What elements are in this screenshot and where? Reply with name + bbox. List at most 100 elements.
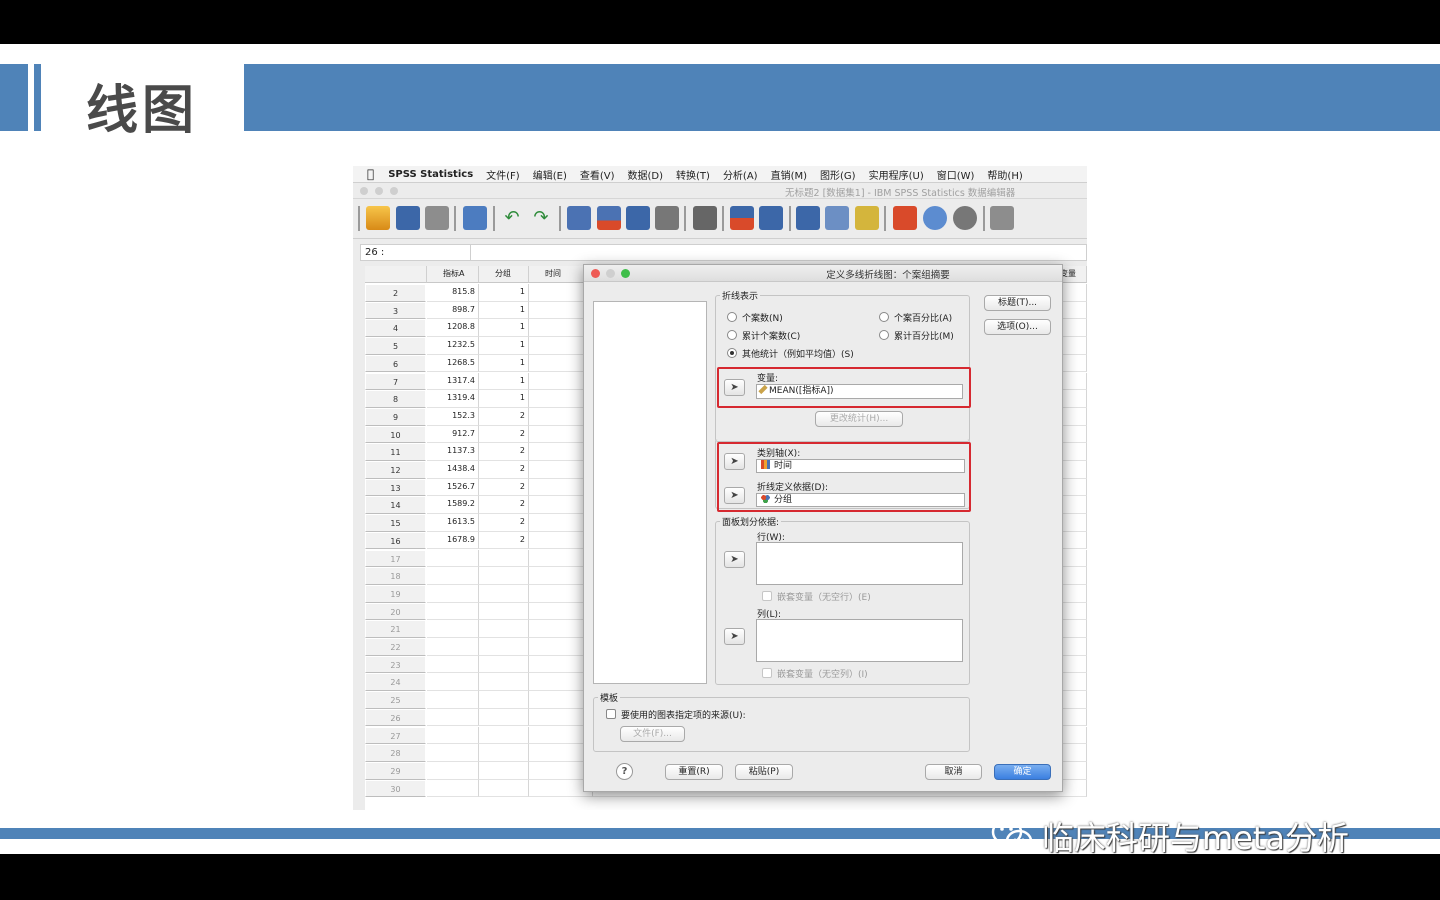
row-header[interactable]: 11 [365, 443, 426, 461]
table-cell[interactable]: 1613.5 [427, 514, 479, 532]
table-cell[interactable]: 1 [479, 390, 529, 408]
table-cell[interactable] [427, 602, 479, 621]
cell-editor-bar[interactable]: 26 : [360, 244, 1087, 261]
row-header[interactable]: 22 [365, 638, 426, 656]
row-header[interactable]: 27 [365, 726, 426, 745]
row-header[interactable]: 2 [365, 284, 426, 302]
category-axis-field[interactable]: 时间 [756, 459, 965, 473]
table-cell[interactable] [427, 779, 479, 798]
menu-view[interactable]: 查看(V) [580, 167, 615, 182]
row-header[interactable]: 8 [365, 390, 426, 408]
table-cell[interactable]: 2 [479, 407, 529, 426]
table-cell[interactable] [479, 655, 529, 674]
table-cell[interactable] [479, 567, 529, 585]
move-to-cols-button[interactable]: ➤ [724, 628, 745, 645]
template-file-button[interactable]: 文件(F)... [620, 726, 685, 742]
undo-icon[interactable]: ↶ [500, 206, 524, 230]
move-to-define-lines-button[interactable]: ➤ [724, 487, 745, 504]
row-header[interactable]: 14 [365, 496, 426, 515]
row-header[interactable]: 12 [365, 461, 426, 479]
table-cell[interactable]: 1 [479, 301, 529, 320]
table-cell[interactable]: 898.7 [427, 301, 479, 320]
redo-icon[interactable]: ↷ [529, 206, 553, 230]
table-cell[interactable] [479, 673, 529, 692]
menu-direct-marketing[interactable]: 直销(M) [771, 167, 807, 182]
radio-cum-n[interactable] [727, 330, 737, 340]
table-cell[interactable]: 912.7 [427, 425, 479, 444]
row-header[interactable]: 10 [365, 425, 426, 444]
radio-n-cases[interactable] [727, 312, 737, 322]
table-cell[interactable] [427, 761, 479, 780]
move-to-variable-button[interactable]: ➤ [724, 379, 745, 396]
row-header[interactable]: 9 [365, 407, 426, 426]
menu-app-name[interactable]: SPSS Statistics [388, 169, 473, 180]
row-header[interactable]: 13 [365, 478, 426, 497]
scale-icon[interactable] [825, 206, 849, 230]
table-cell[interactable]: 1526.7 [427, 478, 479, 497]
row-header[interactable]: 29 [365, 761, 426, 780]
table-cell[interactable] [479, 779, 529, 798]
table-cell[interactable]: 1589.2 [427, 496, 479, 515]
panel-rows-field[interactable] [756, 542, 963, 585]
row-header[interactable]: 30 [365, 779, 426, 798]
weight-cases-icon[interactable] [730, 206, 754, 230]
print-icon[interactable] [425, 206, 449, 230]
table-cell[interactable]: 2 [479, 478, 529, 497]
move-to-rows-button[interactable]: ➤ [724, 551, 745, 568]
row-header[interactable]: 26 [365, 708, 426, 727]
table-cell[interactable] [479, 761, 529, 780]
help-icon[interactable]: ? [616, 763, 633, 780]
menu-analyze[interactable]: 分析(A) [723, 167, 758, 182]
recall-dialog-icon[interactable] [463, 206, 487, 230]
table-cell[interactable] [427, 567, 479, 585]
table-cell[interactable]: 1 [479, 372, 529, 391]
table-cell[interactable] [427, 655, 479, 674]
reset-button[interactable]: 重置(R) [665, 764, 723, 780]
options-button[interactable]: 选项(O)... [984, 319, 1051, 335]
cancel-button[interactable]: 取消 [925, 764, 982, 780]
table-cell[interactable]: 1678.9 [427, 531, 479, 550]
row-header[interactable]: 7 [365, 372, 426, 391]
row-header[interactable]: 16 [365, 531, 426, 550]
menu-utilities[interactable]: 实用程序(U) [869, 167, 924, 182]
insert-cases-icon[interactable] [597, 206, 621, 230]
table-cell[interactable] [479, 691, 529, 709]
circles-icon[interactable] [923, 206, 947, 230]
row-header[interactable]: 5 [365, 337, 426, 355]
row-header[interactable]: 17 [365, 549, 426, 568]
table-cell[interactable] [479, 620, 529, 638]
table-cell[interactable] [479, 726, 529, 745]
table-cell[interactable]: 1 [479, 354, 529, 373]
paste-button[interactable]: 粘贴(P) [735, 764, 793, 780]
table-cell[interactable]: 1317.4 [427, 372, 479, 391]
row-header[interactable]: 3 [365, 301, 426, 320]
row-header[interactable]: 19 [365, 584, 426, 603]
apple-icon[interactable]:  [367, 167, 374, 181]
menu-transform[interactable]: 转换(T) [676, 167, 710, 182]
spheres-icon[interactable] [953, 206, 977, 230]
row-header[interactable]: 6 [365, 354, 426, 373]
table-cell[interactable]: 1208.8 [427, 319, 479, 338]
minimize-window-icon[interactable] [375, 187, 383, 195]
row-header[interactable]: 23 [365, 655, 426, 674]
column-header[interactable]: 指标A [427, 266, 479, 283]
table-cell[interactable]: 2 [479, 443, 529, 461]
table-cell[interactable] [479, 638, 529, 656]
table-cell[interactable] [427, 673, 479, 692]
menu-help[interactable]: 帮助(H) [987, 167, 1022, 182]
table-cell[interactable] [427, 549, 479, 568]
radio-other-statistic[interactable] [727, 348, 737, 358]
split-file-icon[interactable] [655, 206, 679, 230]
row-header[interactable]: 28 [365, 744, 426, 762]
table-cell[interactable]: 815.8 [427, 284, 479, 302]
table-cell[interactable] [427, 691, 479, 709]
save-icon[interactable] [396, 206, 420, 230]
goto-case-icon[interactable] [567, 206, 591, 230]
table-cell[interactable] [427, 584, 479, 603]
column-header[interactable]: 分组 [479, 266, 529, 283]
find-binoculars-icon[interactable] [693, 206, 717, 230]
table-cell[interactable] [479, 744, 529, 762]
menu-window[interactable]: 窗口(W) [937, 167, 975, 182]
variable-sets-icon[interactable] [855, 206, 879, 230]
table-cell[interactable] [427, 726, 479, 745]
